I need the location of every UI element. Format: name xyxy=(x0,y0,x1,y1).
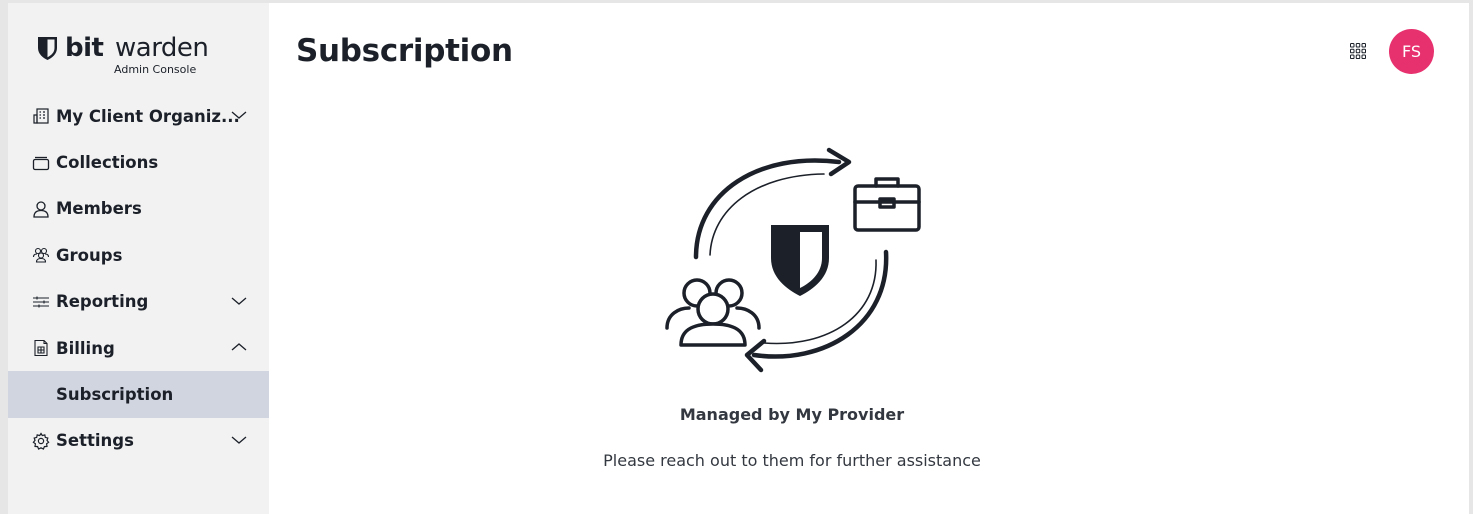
organization-icon xyxy=(32,107,50,125)
empty-state: Managed by My Provider Please reach out … xyxy=(269,3,1315,514)
chevron-down-icon[interactable] xyxy=(231,434,247,446)
provider-managed-illustration xyxy=(665,147,921,373)
sidebar-item-label: My Client Organiz... xyxy=(56,106,240,126)
sidebar-item-groups[interactable]: Groups xyxy=(8,232,269,278)
product-switcher-button[interactable] xyxy=(1347,40,1369,62)
users-group-icon xyxy=(665,278,761,347)
sidebar-item-label: Groups xyxy=(56,245,123,265)
sidebar-item-organization[interactable]: My Client Organiz... xyxy=(8,93,269,139)
sidebar: bit warden Admin Console My Client Organ… xyxy=(8,3,269,514)
logo-subtitle: Admin Console xyxy=(114,63,197,76)
sidebar-item-reporting[interactable]: Reporting xyxy=(8,279,269,325)
shield-icon xyxy=(771,225,829,296)
logo-text-light: warden xyxy=(115,33,209,63)
sidebar-item-settings[interactable]: Settings xyxy=(8,418,269,464)
chevron-down-icon[interactable] xyxy=(231,109,247,121)
sliders-icon xyxy=(32,293,50,311)
app-grid-icon xyxy=(1350,43,1366,59)
sidebar-item-collections[interactable]: Collections xyxy=(8,139,269,185)
sidebar-nav: My Client Organiz... Collections Members… xyxy=(8,93,269,464)
managed-title: Managed by My Provider xyxy=(679,405,905,424)
app-window: bit warden Admin Console My Client Organ… xyxy=(8,3,1469,514)
gear-icon xyxy=(32,432,50,450)
briefcase-icon xyxy=(853,177,921,232)
logo-text-bold: bit xyxy=(65,33,104,63)
sidebar-item-subscription[interactable]: Subscription xyxy=(8,371,269,418)
users-icon xyxy=(32,246,50,264)
billing-icon xyxy=(32,339,50,357)
account-avatar[interactable]: FS xyxy=(1389,29,1434,74)
user-icon xyxy=(32,200,50,218)
chevron-down-icon[interactable] xyxy=(231,295,247,307)
sidebar-item-billing[interactable]: Billing xyxy=(8,325,269,371)
managed-message: Please reach out to them for further ass… xyxy=(603,451,981,470)
sidebar-item-label: Members xyxy=(56,199,142,219)
bitwarden-logo[interactable]: bit warden Admin Console xyxy=(37,32,209,80)
sidebar-item-label: Settings xyxy=(56,431,134,451)
collection-icon xyxy=(32,154,50,172)
sidebar-item-label: Subscription xyxy=(56,385,174,405)
bitwarden-shield-icon xyxy=(38,37,57,60)
chevron-up-icon[interactable] xyxy=(231,341,247,353)
sidebar-item-members[interactable]: Members xyxy=(8,186,269,232)
sidebar-item-label: Collections xyxy=(56,153,159,173)
main-content: Subscription FS Managed by My Provider P… xyxy=(269,3,1469,514)
sidebar-item-label: Reporting xyxy=(56,292,149,312)
sidebar-item-label: Billing xyxy=(56,338,115,358)
